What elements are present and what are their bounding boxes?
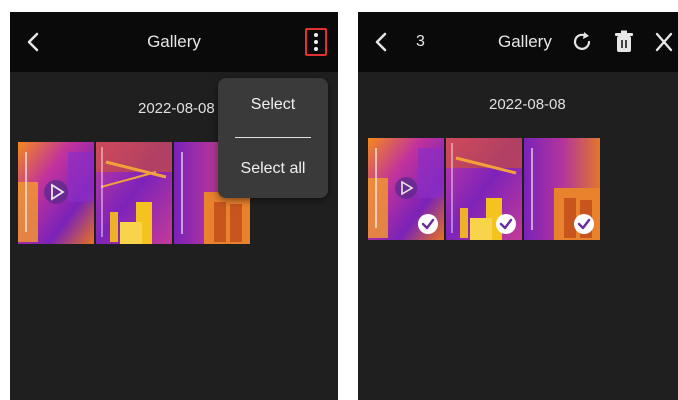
selected-video-thumbnail[interactable]: [368, 138, 444, 240]
gallery-screen: Gallery 2022-08-08 Select Select all: [10, 12, 338, 400]
delete-icon[interactable]: [614, 30, 634, 54]
menu-item-select-all[interactable]: Select all: [218, 160, 328, 178]
top-app-bar: Gallery: [10, 12, 338, 72]
date-group-label: 2022-08-08: [489, 96, 566, 113]
video-thumbnail[interactable]: [18, 142, 94, 244]
back-icon[interactable]: [370, 30, 392, 54]
checkmark-icon[interactable]: [574, 214, 594, 234]
options-menu: Select Select all: [218, 78, 328, 198]
page-title: Gallery: [147, 32, 201, 51]
checkmark-icon[interactable]: [496, 214, 516, 234]
date-group-label: 2022-08-08: [138, 100, 215, 117]
more-vertical-icon: [314, 33, 318, 51]
top-app-bar: 3 Gallery: [358, 12, 678, 72]
more-options-button[interactable]: [305, 28, 327, 56]
menu-divider: [235, 137, 311, 138]
selected-count: 3: [416, 33, 425, 50]
gallery-selection-screen: 3 Gallery 2022-08-08: [358, 12, 678, 400]
selected-image-thumbnail[interactable]: [446, 138, 522, 240]
checkmark-icon[interactable]: [418, 214, 438, 234]
image-thumbnail[interactable]: [96, 142, 172, 244]
menu-item-select[interactable]: Select: [218, 96, 328, 114]
rotate-icon[interactable]: [572, 30, 594, 54]
close-icon[interactable]: [654, 31, 674, 53]
page-title: Gallery: [498, 32, 552, 51]
selected-image-thumbnail[interactable]: [524, 138, 600, 240]
